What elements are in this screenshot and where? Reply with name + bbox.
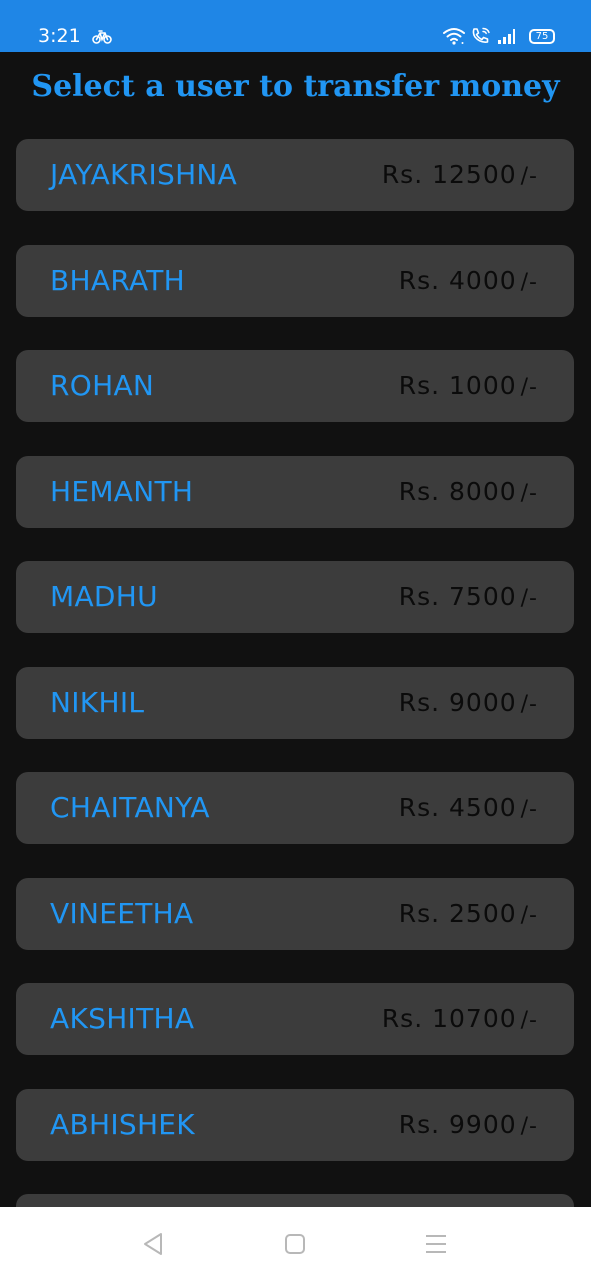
user-balance: Rs. 10700/- <box>382 983 538 1057</box>
home-square-icon[interactable] <box>280 1229 310 1259</box>
status-time: 3:21 <box>38 25 81 47</box>
balance-amount: Rs. 2500 <box>398 898 517 928</box>
balance-amount: Rs. 9900 <box>398 1109 517 1139</box>
user-balance: Rs. 12500/- <box>382 139 538 213</box>
balance-amount: Rs. 12500 <box>381 160 517 189</box>
user-name: AKSHITHA <box>50 1002 195 1035</box>
user-balance: Rs. 2500/- <box>399 878 538 952</box>
user-balance: Rs. 9000/- <box>399 667 538 741</box>
balance-suffix: /- <box>520 480 538 506</box>
balance-suffix: /- <box>520 691 538 717</box>
back-triangle-icon[interactable] <box>139 1229 169 1259</box>
user-card[interactable]: VINEETHA Rs. 2500/- <box>16 877 574 952</box>
user-name: HEMANTH <box>50 474 194 508</box>
balance-suffix: /- <box>520 902 538 928</box>
balance-suffix: /- <box>520 164 538 189</box>
menu-lines-icon[interactable] <box>421 1229 451 1259</box>
user-name: JAYAKRISHNA <box>50 158 238 191</box>
balance-suffix: /- <box>520 1008 538 1033</box>
user-name: CHAITANYA <box>50 791 210 824</box>
balance-suffix: /- <box>520 797 538 822</box>
user-card[interactable]: CHAITANYA Rs. 4500/- <box>16 772 574 844</box>
balance-amount: Rs. 4000 <box>398 265 517 295</box>
user-card[interactable]: NIKHIL Rs. 9000/- <box>16 666 574 741</box>
page-title: Select a user to transfer money <box>31 69 560 104</box>
user-card-partial[interactable] <box>16 1194 574 1207</box>
user-name: ROHAN <box>50 369 155 402</box>
user-list[interactable]: JAYAKRISHNA Rs. 12500/- BHARATH Rs. 4000/- R… <box>16 139 574 1207</box>
balance-suffix: /- <box>520 375 538 400</box>
wifi-icon <box>443 27 465 45</box>
user-balance: Rs. 8000/- <box>399 456 538 530</box>
balance-amount: Rs. 4500 <box>398 793 517 822</box>
user-card[interactable]: HEMANTH Rs. 8000/- <box>16 455 574 530</box>
signal-icon <box>497 27 517 45</box>
user-card[interactable]: BHARATH Rs. 4000/- <box>16 244 574 319</box>
user-name: ABHISHEK <box>50 1107 195 1141</box>
balance-amount: Rs. 10700 <box>381 1004 517 1033</box>
user-balance: Rs. 7500/- <box>399 561 538 635</box>
navigation-bar <box>0 1207 591 1280</box>
balance-suffix: /- <box>520 1113 538 1139</box>
user-card[interactable]: MADHU Rs. 7500/- <box>16 561 574 633</box>
status-bar: 3:21 75 <box>0 0 591 52</box>
status-indicators: 75 <box>443 24 555 48</box>
bike-app-icon <box>92 29 112 45</box>
balance-amount: Rs. 1000 <box>398 371 517 400</box>
user-card[interactable]: ABHISHEK Rs. 9900/- <box>16 1088 574 1163</box>
user-balance: Rs. 1000/- <box>399 350 538 424</box>
user-name: MADHU <box>50 580 158 613</box>
wifi-call-icon <box>471 27 491 45</box>
user-card[interactable]: JAYAKRISHNA Rs. 12500/- <box>16 139 574 211</box>
balance-suffix: /- <box>520 269 538 295</box>
balance-amount: Rs. 8000 <box>398 476 517 506</box>
battery-level: 75 <box>535 30 549 42</box>
balance-amount: Rs. 9000 <box>398 687 517 717</box>
user-balance: Rs. 4000/- <box>399 245 538 319</box>
user-name: NIKHIL <box>50 685 145 719</box>
user-balance: Rs. 9900/- <box>399 1089 538 1163</box>
battery-icon: 75 <box>529 28 555 44</box>
balance-suffix: /- <box>520 586 538 611</box>
balance-amount: Rs. 7500 <box>398 582 517 611</box>
user-name: VINEETHA <box>50 896 194 930</box>
user-balance: Rs. 4500/- <box>399 772 538 846</box>
user-card[interactable]: ROHAN Rs. 1000/- <box>16 350 574 422</box>
user-name: BHARATH <box>50 263 185 297</box>
user-card[interactable]: AKSHITHA Rs. 10700/- <box>16 983 574 1055</box>
